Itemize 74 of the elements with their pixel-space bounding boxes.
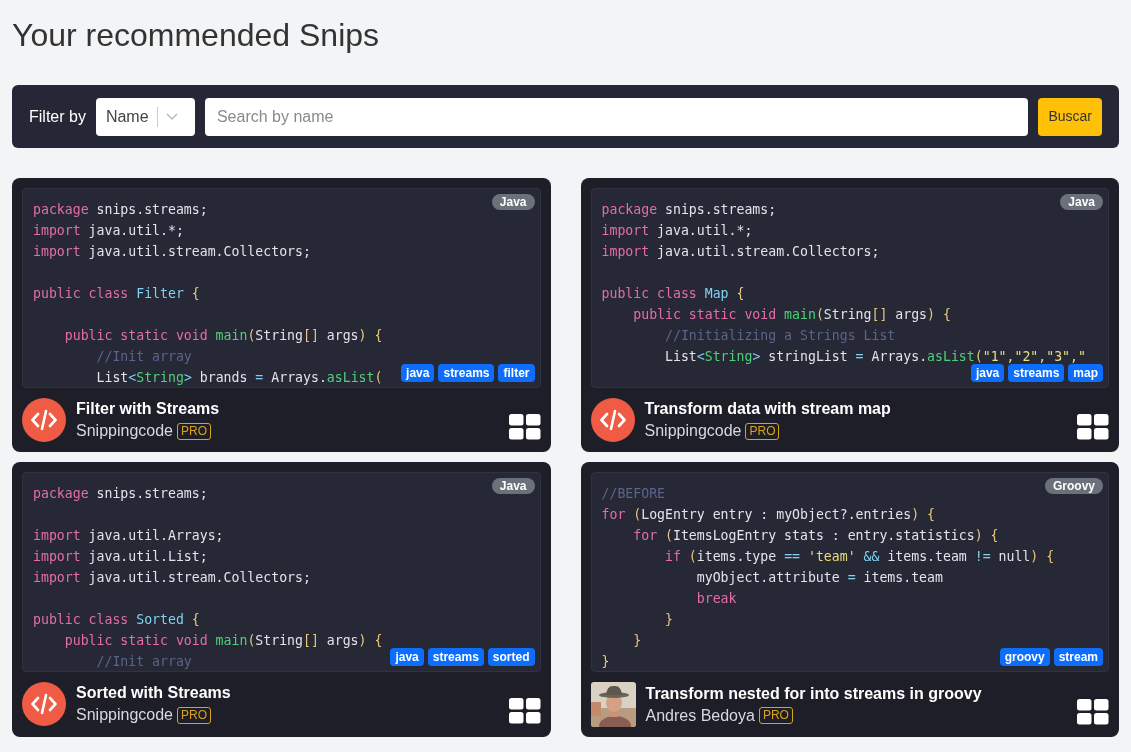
code-line: public static void main(String[] args) { <box>632 306 951 324</box>
code-line: package snips.streams; <box>601 201 777 219</box>
tag-badge[interactable]: streams <box>427 648 484 666</box>
code-line: } <box>601 653 610 671</box>
code-line: import java.util.stream.Collectors; <box>33 243 311 261</box>
grid-icon[interactable] <box>1077 414 1109 440</box>
tag-badge[interactable]: java <box>970 364 1005 382</box>
language-badge: Groovy <box>1045 478 1103 494</box>
snip-title[interactable]: Filter with Streams <box>76 398 499 420</box>
code-line: for (ItemsLogEntry stats : entry.statistics) { <box>632 527 999 545</box>
author-name: Snippingcode <box>76 421 173 441</box>
code-line: package snips.streams; <box>33 201 208 219</box>
tag-badge[interactable]: streams <box>438 364 495 382</box>
filter-select[interactable]: Name <box>95 97 195 136</box>
grid-icon[interactable] <box>1077 699 1109 725</box>
code-line: import java.util.stream.Collectors; <box>33 569 311 587</box>
grid-icon[interactable] <box>508 414 541 440</box>
author-name: Snippingcode <box>76 705 173 725</box>
language-badge: Java <box>491 194 535 210</box>
search-field[interactable]: Search by name <box>204 97 1029 136</box>
snip-title[interactable]: Sorted with Streams <box>76 682 499 704</box>
code-line: import java.util.List; <box>33 548 208 566</box>
snip-card[interactable] <box>580 178 1119 452</box>
language-badge: Java <box>1060 194 1103 210</box>
snip-title[interactable]: Transform data with stream map <box>644 398 1067 420</box>
code-line: package snips.streams; <box>33 485 208 503</box>
tag-badge[interactable]: streams <box>1008 364 1065 382</box>
tag-badge[interactable]: filter <box>498 364 535 382</box>
code-line: List<String> stringList = Arrays.asList("1","2","3"," <box>664 348 1086 366</box>
grid-icon[interactable] <box>508 698 541 724</box>
pro-badge: PRO <box>758 707 793 724</box>
snip-title[interactable]: Transform nested for into streams in groovy <box>645 682 1067 705</box>
code-logo-icon <box>22 398 66 442</box>
pro-badge: PRO <box>176 706 211 724</box>
tag-badge[interactable]: stream <box>1053 648 1103 666</box>
filter-label: Filter by <box>29 106 86 127</box>
snip-card[interactable] <box>580 462 1119 737</box>
code-line: } <box>632 632 642 650</box>
tag-badge[interactable]: java <box>401 364 435 382</box>
code-line: public static void main(String[] args) { <box>63 632 383 650</box>
code-line: public static void main(String[] args) { <box>63 327 383 345</box>
code-line: for (LogEntry entry : myObject?.entries) { <box>601 506 935 524</box>
search-button[interactable]: Buscar <box>1038 97 1102 136</box>
code-line: public class Map { <box>601 285 745 303</box>
code-line: break <box>695 590 737 608</box>
author-name: Andres Bedoya <box>645 705 755 726</box>
code-line: import java.util.stream.Collectors; <box>601 243 880 261</box>
page-title: Your recommended Snips <box>12 16 380 55</box>
code-logo-icon <box>22 682 66 726</box>
snip-card[interactable] <box>12 178 551 452</box>
code-logo-icon <box>590 398 635 442</box>
code-line: //Init array <box>95 653 192 671</box>
code-line: myObject.attribute = items.team <box>695 569 943 587</box>
pro-badge: PRO <box>745 422 780 440</box>
code-line: public class Sorted { <box>33 611 200 629</box>
code-line: List<String> brands = Arrays.asList( <box>95 369 383 387</box>
language-badge: Java <box>491 478 535 494</box>
code-line: import java.util.*; <box>33 222 184 240</box>
code-line: } <box>664 611 673 629</box>
code-line: import java.util.Arrays; <box>33 527 224 545</box>
pro-badge: PRO <box>176 422 211 440</box>
code-line: //BEFORE <box>601 485 666 503</box>
tag-badge[interactable]: map <box>1068 364 1103 382</box>
tag-badge[interactable]: java <box>390 648 424 666</box>
code-line: if (items.type == 'team' && items.team != null) { <box>664 548 1055 566</box>
snip-card[interactable] <box>12 462 551 737</box>
chevron-down-icon <box>165 112 178 121</box>
code-line: public class Filter { <box>33 285 200 303</box>
code-line: //Initializing a Strings List <box>664 327 896 345</box>
code-line: //Init array <box>95 348 192 366</box>
author-name: Snippingcode <box>644 421 742 441</box>
tag-badge[interactable]: groovy <box>999 648 1050 666</box>
tag-badge[interactable]: sorted <box>487 648 535 666</box>
code-line: import java.util.*; <box>601 222 753 240</box>
